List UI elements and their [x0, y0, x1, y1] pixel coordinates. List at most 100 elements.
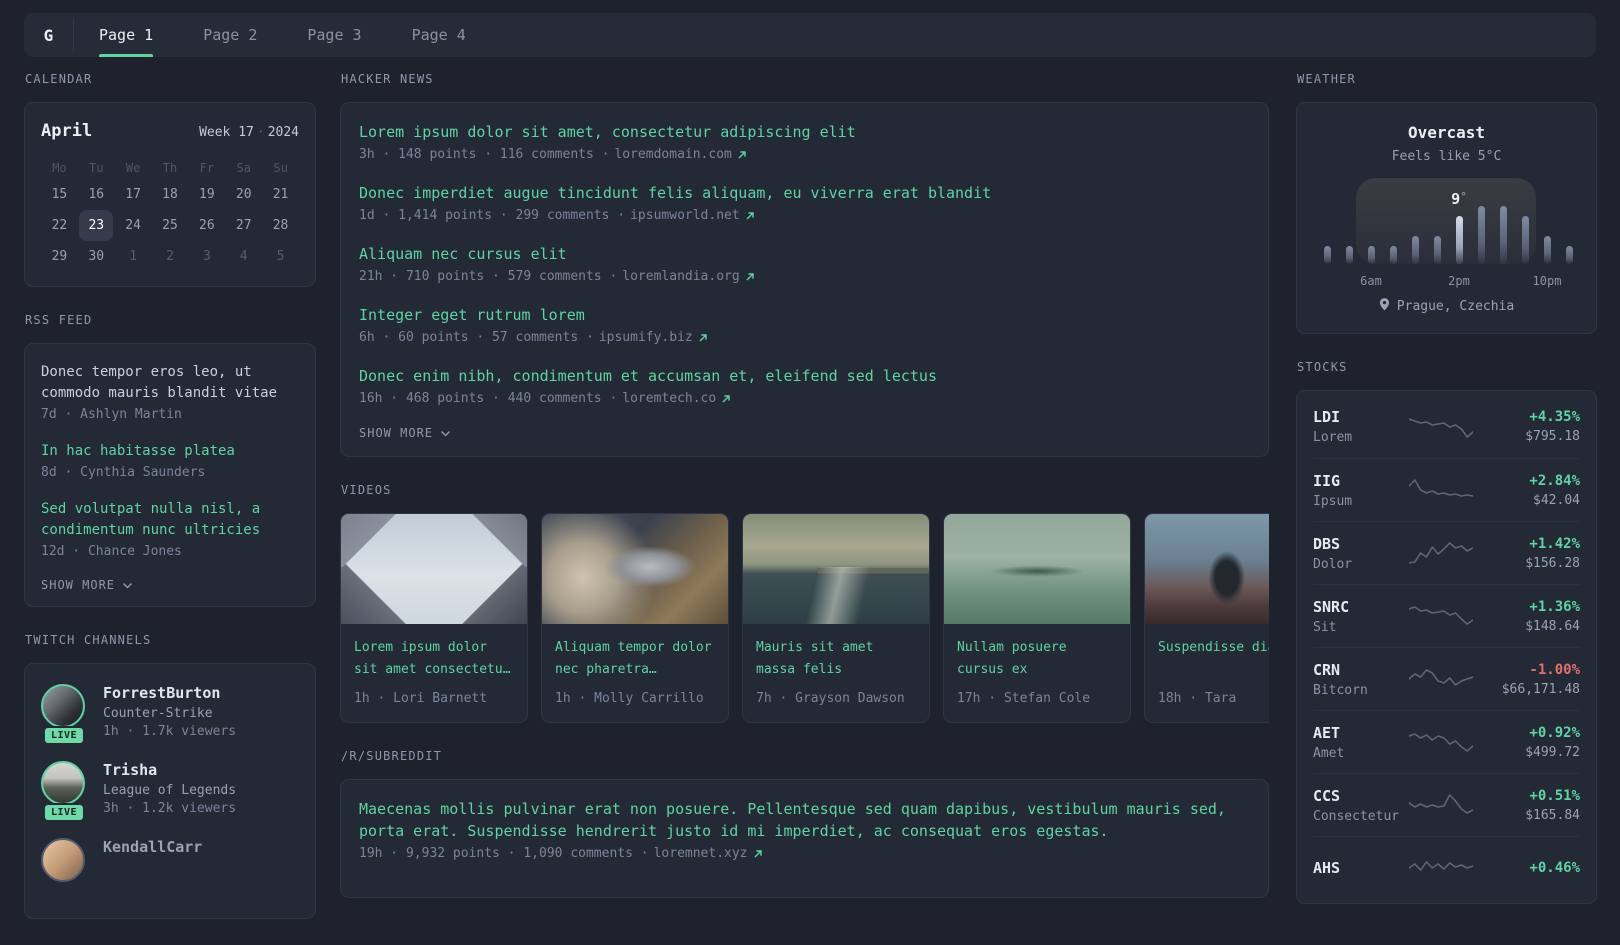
rss-item-meta: 7d · Ashlyn Martin [41, 407, 182, 422]
channel-name[interactable]: Trisha [103, 761, 236, 779]
avatar[interactable] [41, 761, 85, 805]
rss-item-title[interactable]: Donec tempor eros leo, ut commodo mauris… [41, 362, 299, 404]
topbar: G Page 1 Page 2 Page 3 Page 4 [24, 13, 1596, 57]
video-card[interactable]: Aliquam tempor dolor nec pharetra… 1h · M… [541, 513, 729, 723]
hn-item: Aliquam nec cursus elit 21h · 710 points … [359, 243, 1250, 284]
rss-item-title[interactable]: In hac habitasse platea [41, 441, 299, 462]
weather-chart: 9° 6am 2pm 10pm [1317, 178, 1576, 288]
calendar-weekday-row: Mo Tu We Th Fr Sa Su [41, 161, 299, 175]
channel-name[interactable]: ForrestBurton [103, 684, 236, 702]
tab-page-2[interactable]: Page 2 [203, 13, 257, 57]
video-card[interactable]: Mauris sit amet massa felis 7h · Grayson … [742, 513, 930, 723]
stock-sparkline [1408, 665, 1474, 693]
video-card-body: Mauris sit amet massa felis 7h · Grayson … [743, 624, 929, 722]
avatar[interactable] [41, 838, 85, 882]
calendar-month: April [41, 121, 93, 141]
calendar-day: 19 [199, 187, 215, 202]
calendar-day: 1 [129, 249, 138, 264]
subreddit-section: /R/SUBREDDIT Maecenas mollis pulvinar er… [340, 749, 1269, 898]
hn-item-title[interactable]: Lorem ipsum dolor sit amet, consectetur … [359, 121, 1250, 143]
weather-bar [1500, 206, 1507, 264]
stock-row: DBS Dolor +1.42% $156.28 [1313, 521, 1580, 584]
hn-item-domain-link[interactable]: loremdomain.com [614, 147, 731, 162]
hackernews-show-more-button[interactable]: SHOW MORE [359, 426, 1250, 440]
video-meta: 1h · Lori Barnett [354, 691, 488, 706]
weather-location-row: Prague, Czechia [1317, 298, 1576, 315]
calendar-day: 5 [276, 249, 285, 264]
weekday-label: Su [273, 161, 288, 175]
hn-item-title[interactable]: Donec enim nibh, condimentum et accumsan… [359, 365, 1250, 387]
external-link-icon [698, 333, 708, 343]
subreddit-item-meta: 19h · 9,932 points · 1,090 comments · lo… [359, 846, 1250, 861]
calendar-day: 30 [88, 249, 105, 264]
video-thumbnail [743, 514, 929, 624]
weather-degree-symbol: ° [1460, 190, 1467, 203]
stock-ticker: IIG [1313, 471, 1341, 490]
twitch-channel: LIVE ForrestBurton Counter-Strike 1h · 1.7k… [41, 684, 299, 745]
hn-item-title[interactable]: Integer eget rutrum lorem [359, 304, 1250, 326]
video-meta: 1h · Molly Carrillo [555, 691, 704, 706]
video-card[interactable]: Lorem ipsum dolor sit amet consectetu… 1h… [340, 513, 528, 723]
hn-item-meta-text: 3h · 148 points · 116 comments · [359, 147, 610, 162]
hn-item-domain-link[interactable]: loremtech.co [622, 391, 716, 406]
stock-sparkline [1408, 413, 1474, 441]
external-link-icon [737, 150, 747, 160]
calendar-day: 28 [272, 218, 289, 233]
location-pin-icon [1379, 298, 1390, 315]
stock-price: $42.04 [1533, 492, 1580, 508]
rss-item: Sed volutpat nulla nisl, a condimentum n… [41, 499, 299, 559]
calendar-day: 22 [51, 218, 68, 233]
stock-name: Sit [1313, 619, 1337, 635]
hn-item-meta: 3h · 148 points · 116 comments · loremdo… [359, 147, 1250, 162]
video-card[interactable]: Nullam posuere cursus ex 17h · Stefan Col… [943, 513, 1131, 723]
stock-price: $165.84 [1525, 807, 1580, 823]
hn-item: Donec enim nibh, condimentum et accumsan… [359, 365, 1250, 406]
rss-item-title[interactable]: Sed volutpat nulla nisl, a condimentum n… [41, 499, 299, 541]
channel-info: Trisha League of Legends 3h · 1.2k viewers [103, 761, 236, 816]
external-link-icon [753, 849, 763, 859]
hackernews-card: Lorem ipsum dolor sit amet, consectetur … [340, 102, 1269, 457]
twitch-channel: LIVE Trisha League of Legends 3h · 1.2k vie… [41, 761, 299, 822]
tab-page-1[interactable]: Page 1 [99, 13, 154, 57]
live-badge: LIVE [42, 803, 86, 822]
rss-show-more-button[interactable]: SHOW MORE [41, 578, 299, 592]
twitch-card: LIVE ForrestBurton Counter-Strike 1h · 1.7k… [24, 663, 316, 919]
subreddit-item-domain-link[interactable]: loremnet.xyz [654, 846, 748, 861]
app-logo: G [43, 25, 54, 45]
calendar-day: 3 [202, 249, 211, 264]
hn-item-title[interactable]: Aliquam nec cursus elit [359, 243, 1250, 265]
stock-change: +1.42% [1529, 535, 1580, 552]
videos-section: VIDEOS Lorem ipsum dolor sit amet consec… [340, 483, 1269, 723]
stock-name: Consectetur [1313, 808, 1400, 824]
avatar[interactable] [41, 684, 85, 728]
stock-price: $66,171.48 [1501, 681, 1580, 697]
rss-list: Donec tempor eros leo, ut commodo mauris… [41, 362, 299, 559]
tab-page-4[interactable]: Page 4 [412, 13, 466, 57]
stock-name: Bitcorn [1313, 682, 1368, 698]
video-card-body: Lorem ipsum dolor sit amet consectetu… 1h… [341, 624, 527, 722]
hn-item-domain-link[interactable]: ipsumworld.net [630, 208, 740, 223]
video-title: Suspendisse diam [1158, 640, 1269, 655]
calendar-day: 16 [88, 187, 105, 202]
videos-row[interactable]: Lorem ipsum dolor sit amet consectetu… 1h… [340, 513, 1269, 723]
stock-id: AHS [1313, 859, 1409, 877]
video-card[interactable]: Suspendisse diam 18h · Tara [1144, 513, 1269, 723]
video-title: Nullam posuere cursus ex [957, 640, 1067, 677]
hn-item-meta: 21h · 710 points · 579 comments · loreml… [359, 269, 1250, 284]
tab-page-3[interactable]: Page 3 [307, 13, 361, 57]
subreddit-item-title[interactable]: Maecenas mollis pulvinar erat non posuer… [359, 798, 1250, 842]
stock-change: +0.51% [1529, 787, 1580, 804]
channel-name[interactable]: KendallCarr [103, 838, 202, 856]
hn-item-meta: 1d · 1,414 points · 299 comments · ipsum… [359, 208, 1250, 223]
hn-item-domain-link[interactable]: loremlandia.org [622, 269, 739, 284]
subreddit-item: Maecenas mollis pulvinar erat non posuer… [359, 798, 1250, 861]
hn-item-title[interactable]: Donec imperdiet augue tincidunt felis al… [359, 182, 1250, 204]
stock-change: +4.35% [1529, 409, 1580, 425]
stock-price: $156.28 [1525, 555, 1580, 571]
stock-ticker: AHS [1313, 859, 1341, 877]
calendar-day: 20 [235, 187, 252, 202]
external-link-icon [721, 394, 731, 404]
hn-item-domain-link[interactable]: ipsumify.biz [599, 330, 693, 345]
calendar-day: 29 [51, 249, 68, 264]
live-badge: LIVE [42, 726, 86, 745]
